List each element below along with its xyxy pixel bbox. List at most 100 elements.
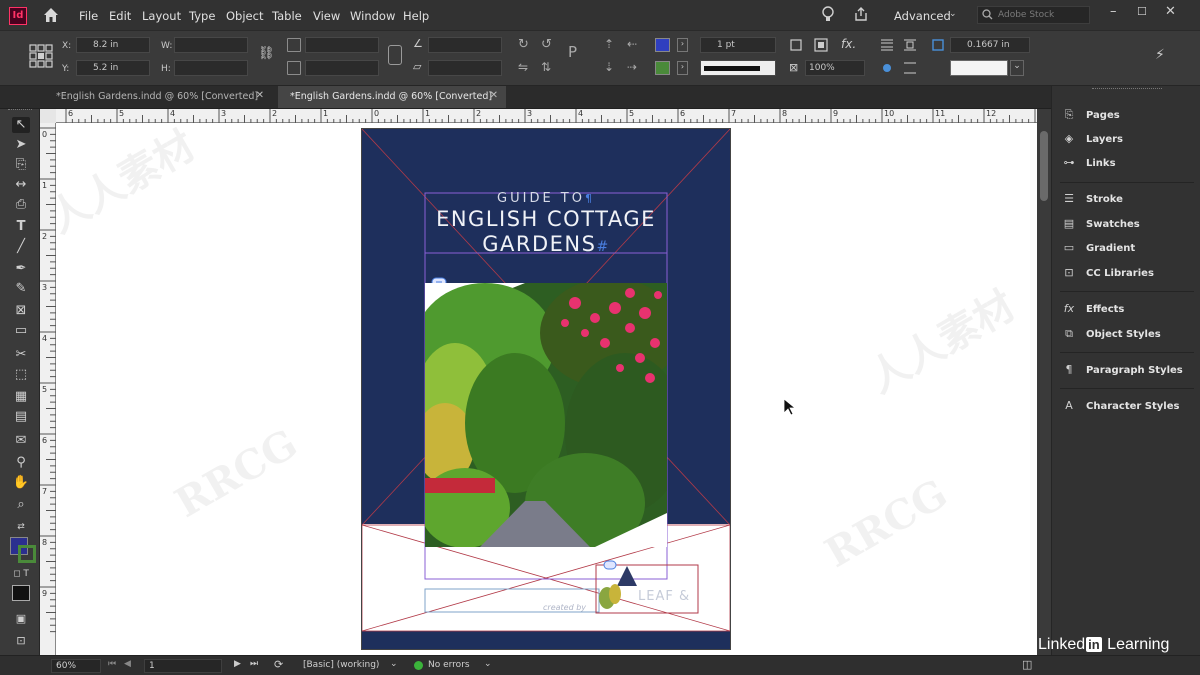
tools-grip[interactable] [8,109,32,114]
preflight-errors[interactable]: No errors [428,660,470,670]
horizontal-ruler[interactable]: 654321012345678910111213 [56,109,1047,123]
tab-document-1[interactable]: *English Gardens.indd @ 60% [Converted] ✕ [44,86,272,108]
hand-tool-icon[interactable]: ✋ [12,475,30,491]
content-collector-icon[interactable]: ⎙ [12,197,30,213]
tab-document-2[interactable]: *English Gardens.indd @ 60% [Converted] ✕ [278,86,506,108]
home-icon[interactable] [42,6,60,24]
constrain-scale-icon[interactable] [388,45,402,65]
split-layout-icon[interactable]: ◫ [1022,658,1032,671]
page-tool-icon[interactable]: ⎘ [12,157,30,173]
reference-point-icon[interactable] [28,43,54,69]
frame-fitting-icon[interactable] [814,38,828,52]
close-tab-icon[interactable]: ✕ [490,90,498,101]
width-field[interactable] [174,37,248,53]
select-content-icon[interactable]: P [568,43,577,61]
ruler-origin[interactable] [40,109,56,123]
vertical-scrollbar[interactable] [1037,109,1051,655]
stroke-type-select[interactable] [700,60,776,76]
text-wrap-box-icon[interactable] [903,38,917,52]
adobe-stock-search[interactable]: Adobe Stock [977,6,1090,24]
menu-file[interactable]: File [79,9,98,23]
last-page-icon[interactable]: ⏭ [250,659,258,669]
menu-window[interactable]: Window [350,9,395,23]
shear-field[interactable] [428,60,502,76]
chevron-down-icon[interactable]: ⌄ [390,659,398,669]
lightbulb-icon[interactable] [821,6,835,24]
guide-to-text[interactable]: GUIDE TO¶ [425,191,667,206]
select-content-next-icon[interactable]: ⇢ [627,60,637,74]
line-tool-icon[interactable]: ╱ [12,239,30,255]
flip-vertical-icon[interactable]: ⇅ [541,60,551,74]
menu-edit[interactable]: Edit [109,9,131,23]
constrain-proportions-icon[interactable]: ⛓ [258,46,275,61]
eyedropper-tool-icon[interactable]: ⚲ [12,455,30,471]
rotation-field[interactable] [428,37,502,53]
opacity-field[interactable]: 100% [805,60,865,76]
x-position-field[interactable]: 8.2 in [76,37,150,53]
minimize-button[interactable]: – [1110,4,1117,19]
menu-view[interactable]: View [313,9,340,23]
gap-tool-icon[interactable]: ↔ [12,177,30,193]
rectangle-tool-icon[interactable]: ▭ [12,323,30,339]
scissors-tool-icon[interactable]: ✂ [12,347,30,363]
wrap-jump-icon[interactable] [903,61,917,75]
scale-y-field[interactable] [305,60,379,76]
screen-mode-icon[interactable]: ▣ [12,611,30,627]
leaf-logo-icon[interactable] [597,564,641,612]
flip-horizontal-icon[interactable]: ⇋ [518,60,528,74]
free-transform-tool-icon[interactable]: ⬚ [12,367,30,383]
select-previous-icon[interactable]: ⇠ [627,37,637,51]
rotate-ccw-icon[interactable]: ↺ [541,37,552,52]
scale-x-icon[interactable] [287,38,301,52]
menu-table[interactable]: Table [272,9,302,23]
open-page-icon[interactable]: ⟳ [274,658,283,671]
close-window-button[interactable]: ✕ [1165,4,1176,19]
rectangle-frame-tool-icon[interactable]: ⊠ [12,303,30,319]
scale-x-field[interactable] [305,37,379,53]
quick-apply-icon[interactable]: ⚡ [1155,47,1165,63]
gradient-feather-tool-icon[interactable]: ▤ [12,409,30,425]
fill-swatch[interactable] [655,38,670,52]
share-icon[interactable] [853,6,869,22]
preflight-profile[interactable]: [Basic] (working) [303,660,379,670]
text-wrap-none-icon[interactable] [880,38,894,52]
offset-field[interactable]: 0.1667 in [950,37,1030,53]
title-text-frame[interactable]: ENGLISH COTTAGE GARDENS# [420,207,672,260]
pencil-tool-icon[interactable]: ✎ [12,281,30,297]
wrap-shape-icon[interactable] [880,61,894,75]
menu-object[interactable]: Object [226,9,263,23]
select-next-icon[interactable]: ⇣ [604,60,614,74]
apply-color-icon[interactable] [12,585,30,601]
first-page-icon[interactable]: ⏮ [108,659,116,669]
object-style-dropdown[interactable]: ⌄ [1010,60,1024,76]
swap-fill-stroke-icon[interactable]: ⇄ [12,519,30,535]
zoom-tool-icon[interactable]: ⌕ [12,497,30,513]
gradient-swatch-tool-icon[interactable]: ▦ [12,389,30,405]
formatting-affects-container-icon[interactable]: ◻ T [12,566,30,582]
fx-icon[interactable]: fx. [841,37,856,51]
page-number-field[interactable]: 1 [144,659,222,673]
object-style-select[interactable] [950,60,1008,76]
pen-tool-icon[interactable]: ✒ [12,261,30,277]
height-field[interactable] [174,60,248,76]
rotate-cw-icon[interactable]: ↻ [518,37,529,52]
next-page-icon[interactable]: ▶ [234,659,241,669]
chevron-down-icon[interactable]: ⌄ [484,659,492,669]
menu-layout[interactable]: Layout [142,9,181,23]
y-position-field[interactable]: 5.2 in [76,60,150,76]
view-mode-icon[interactable]: ⊡ [12,633,30,649]
stroke-color-box[interactable] [18,545,36,563]
garden-photo[interactable] [425,283,667,547]
dock-grip[interactable] [1092,88,1162,92]
zoom-level-field[interactable]: 60% [51,659,101,673]
type-tool-icon[interactable]: T [12,219,30,235]
stroke-menu-button[interactable]: › [677,61,688,75]
menu-type[interactable]: Type [189,9,215,23]
direct-selection-tool-icon[interactable]: ➤ [12,137,30,153]
auto-fit-icon[interactable] [931,38,945,52]
menu-help[interactable]: Help [403,9,429,23]
scale-y-icon[interactable] [287,61,301,75]
close-tab-icon[interactable]: ✕ [256,90,264,101]
scrollbar-thumb[interactable] [1040,131,1048,201]
stroke-weight-field[interactable]: 1 pt [700,37,776,53]
